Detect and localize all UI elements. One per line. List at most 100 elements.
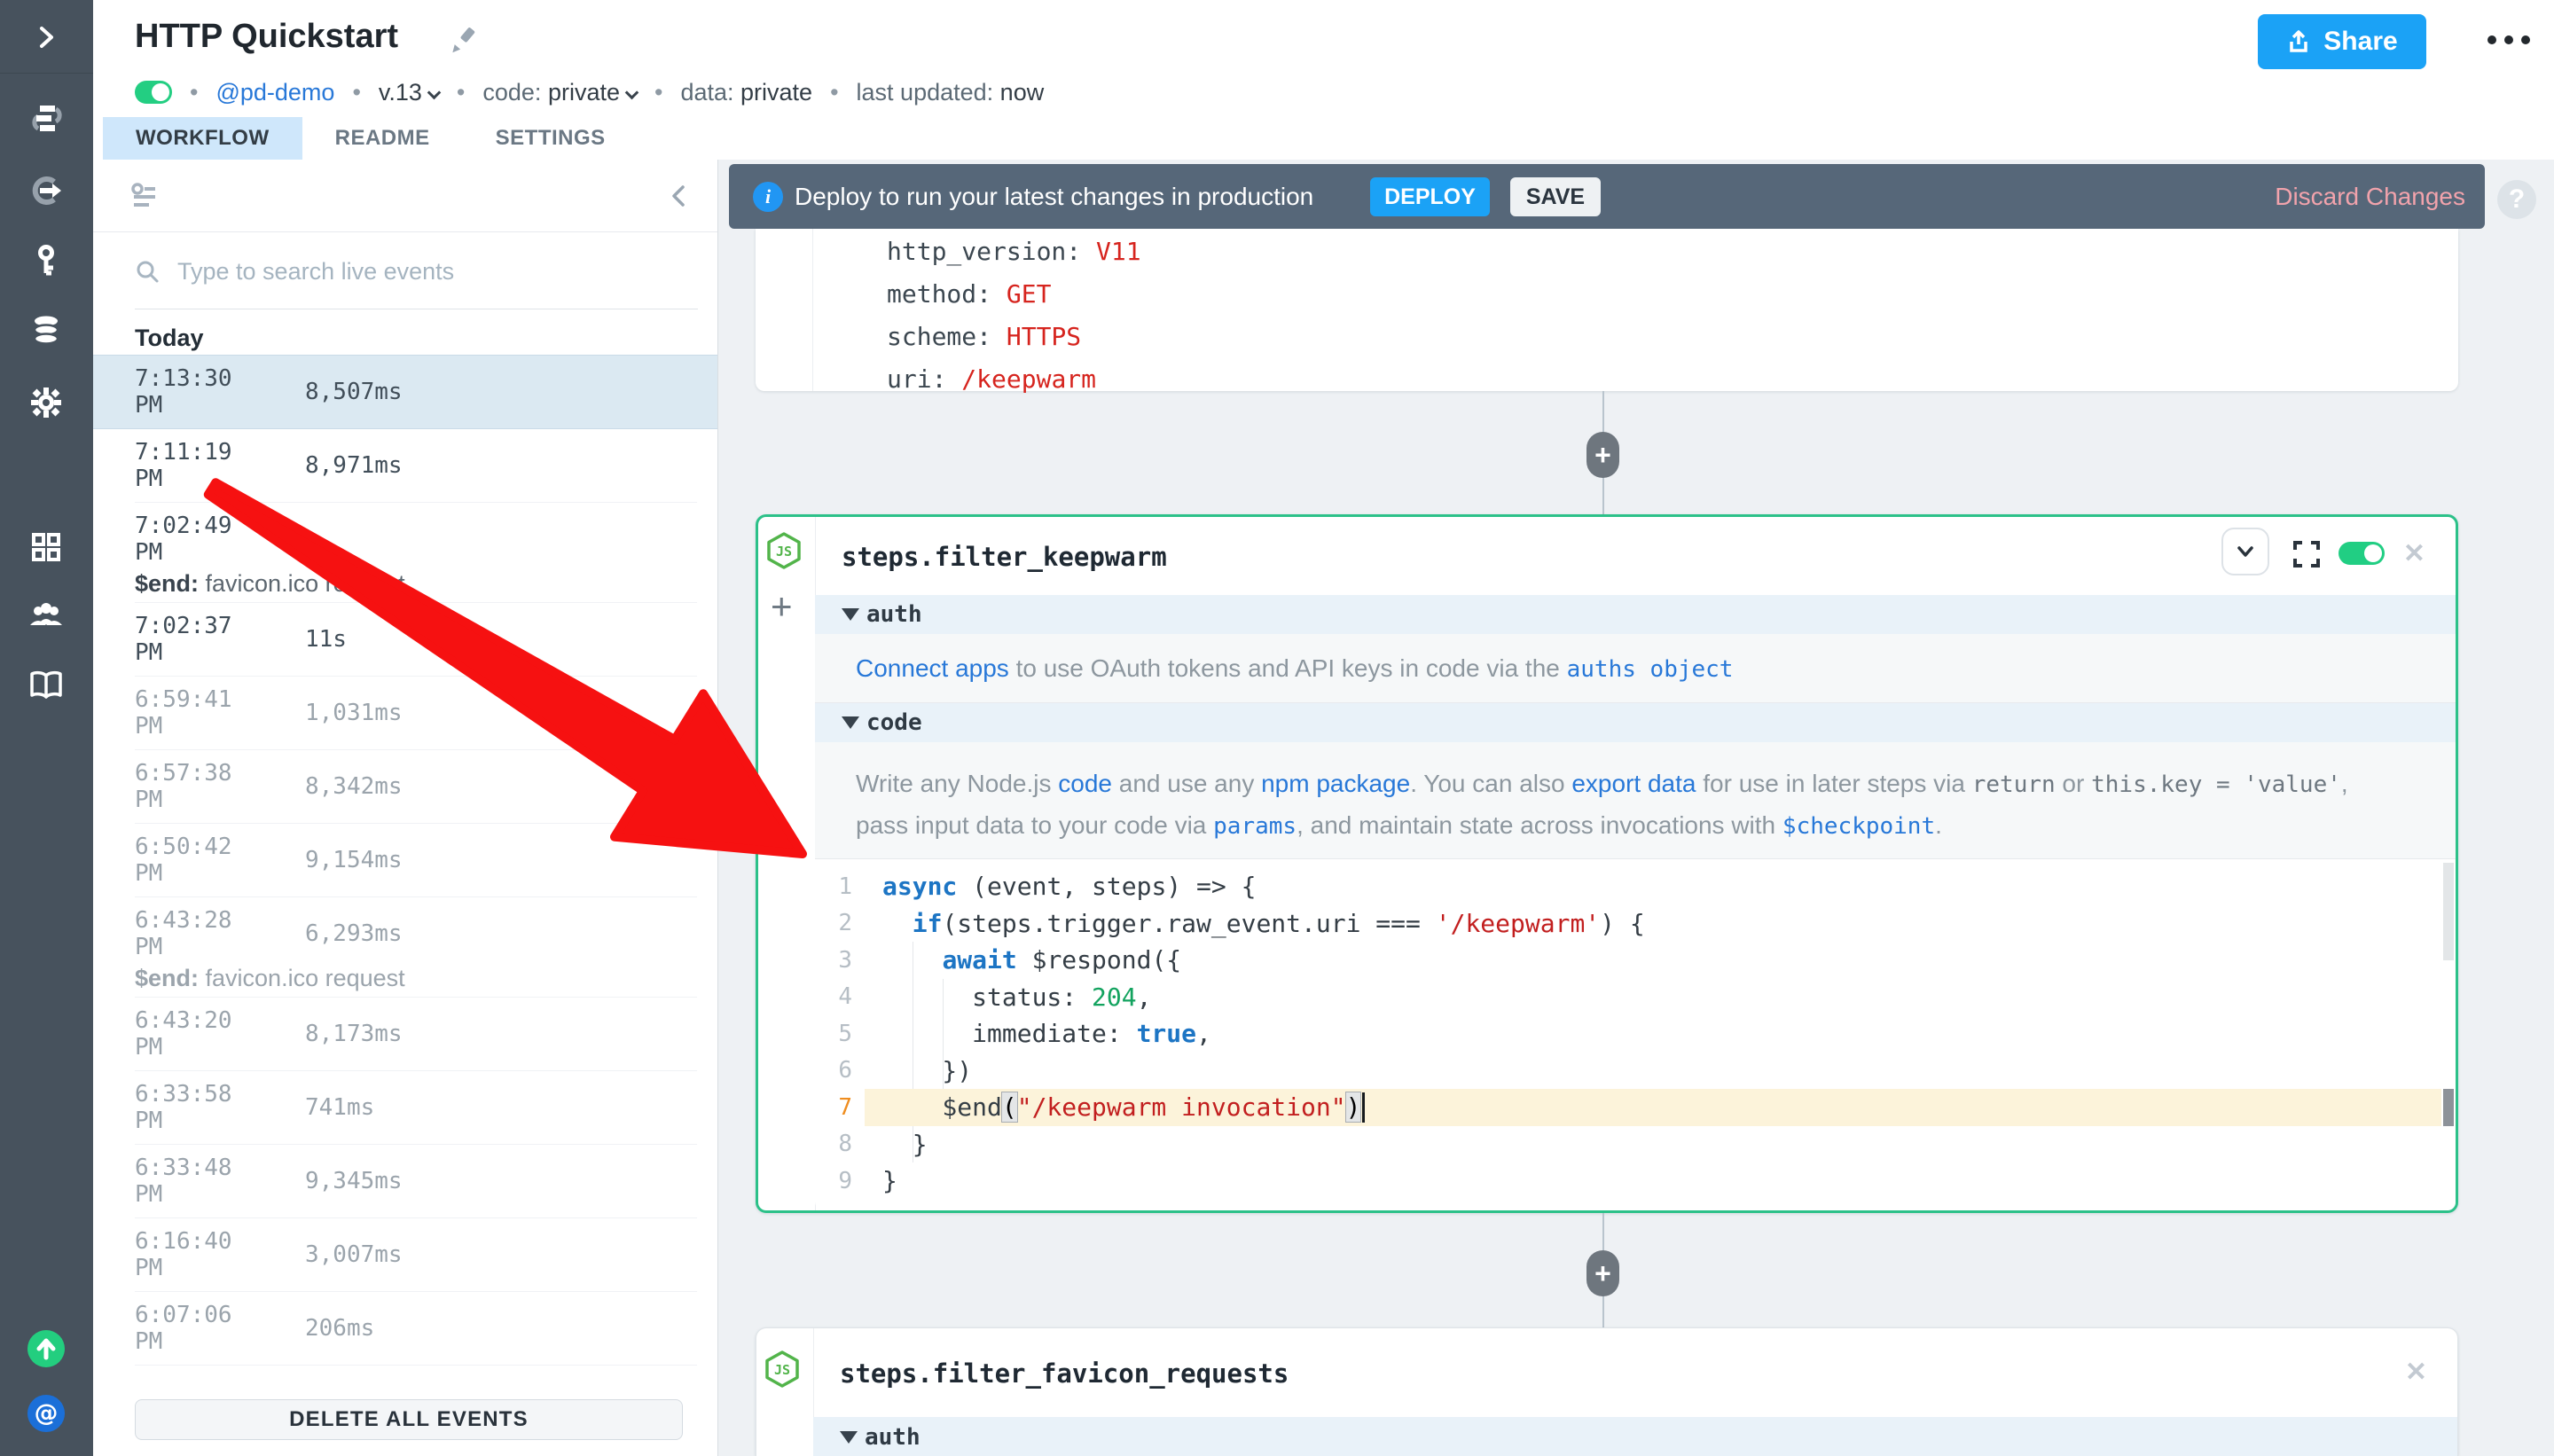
sidebar-item-workflows[interactable] [27,99,66,138]
meta-separator: • [190,79,198,106]
event-duration: 8,173ms [305,1021,403,1047]
step-fullscreen-button[interactable] [2292,540,2321,573]
event-list: 7:13:30 PM 8,507ms 7:11:19 PM 8,971ms 7:… [93,355,717,1366]
tab-workflow[interactable]: WORKFLOW [103,117,302,160]
fullscreen-icon [2292,540,2321,568]
connect-apps-link[interactable]: Connect apps [856,654,1009,682]
event-row[interactable]: 6:07:06 PM 206ms [93,1292,717,1366]
add-step-button[interactable]: + [1586,432,1619,478]
events-panel-header [93,160,717,232]
nodejs-step-badge: JS [764,531,803,570]
auth-section-header[interactable]: auth [813,1417,2457,1456]
search-input[interactable] [177,258,638,286]
event-row[interactable]: 6:33:48 PM 9,345ms [93,1145,717,1218]
page-title: HTTP Quickstart [135,18,398,56]
data-visibility: data: private [680,79,812,106]
delete-all-events-button[interactable]: DELETE ALL EVENTS [135,1399,683,1440]
save-button[interactable]: SAVE [1510,177,1601,216]
add-step-above-button[interactable]: + [771,588,793,625]
sidebar-item-data-stores[interactable] [27,311,66,350]
tab-settings[interactable]: SETTINGS [463,117,638,160]
trigger-event-card[interactable]: http_version: V11 method: GET scheme: HT… [756,229,2458,391]
close-icon[interactable]: ✕ [2403,538,2425,569]
discard-changes-button[interactable]: Discard Changes [2275,164,2465,229]
deploy-button[interactable]: DEPLOY [1370,177,1490,216]
event-row[interactable]: 6:59:41 PM 1,031ms [93,677,717,750]
event-time: 6:59:41 PM [135,686,263,740]
code-editor[interactable]: 1async (event, steps) => {2 if(steps.tri… [815,859,2456,1210]
nodejs-hexagon-icon: JS [764,531,803,570]
trigger-fields: http_version: V11 method: GET scheme: HT… [887,231,1141,401]
version-dropdown[interactable]: v.13 [379,79,439,106]
sidebar-item-community[interactable] [27,596,66,635]
event-row[interactable]: 7:11:19 PM 8,971ms [93,429,717,503]
code-section-header[interactable]: code [815,703,2456,742]
docs-book-icon [27,667,65,704]
event-time: 7:11:19 PM [135,439,263,492]
event-duration: 741ms [305,1094,374,1121]
sidebar-item-apps[interactable] [27,528,66,567]
event-time: 7:02:37 PM [135,613,263,666]
trigger-field: uri: /keepwarm [887,358,1141,401]
event-row[interactable]: 7:02:37 PM 11s [93,603,717,677]
keys-icon [29,244,63,278]
event-row[interactable]: 6:43:20 PM 8,173ms [93,998,717,1071]
help-button[interactable]: ? [2497,180,2536,219]
sidebar-item-event-sources[interactable] [27,171,66,210]
step-title: steps.filter_keepwarm [842,542,1167,572]
step-collapse-button[interactable] [2221,528,2269,575]
auths-object-link[interactable]: auths object [1567,656,1734,683]
add-step-button[interactable]: + [1586,1250,1619,1296]
collapse-left-icon [664,181,694,211]
event-row[interactable]: 7:13:30 PM 8,507ms [93,355,717,429]
event-row[interactable]: 7:02:49 PM $end: favicon.ico request [93,503,717,603]
share-button[interactable]: Share [2258,14,2426,69]
step-card-filter-keepwarm[interactable]: JS + steps.filter_keepwarm ✕ auth Connec… [756,514,2458,1213]
auth-section-header[interactable]: auth [815,595,2456,634]
step-enabled-toggle[interactable] [2339,542,2385,565]
overflow-menu-button[interactable] [2487,35,2530,44]
event-search [135,252,685,291]
svg-text:@: @ [35,1400,59,1428]
sidebar-item-deploy-status[interactable] [27,1329,66,1368]
trigger-field: scheme: HTTPS [887,316,1141,358]
event-row[interactable]: 6:16:40 PM 3,007ms [93,1218,717,1292]
overflow-menu-icon [2487,35,2496,44]
editor-scrollbar[interactable] [2443,863,2454,960]
event-row[interactable]: 6:33:58 PM 741ms [93,1071,717,1145]
account-avatar-icon: @ [27,1393,66,1434]
code-desc-line1: Write any Node.js code and use any npm p… [856,763,2456,805]
sidebar-item-docs[interactable] [27,666,66,705]
community-people-icon [27,597,65,634]
nodejs-hexagon-icon: JS [763,1350,802,1389]
auth-section-body: Connect apps to use OAuth tokens and API… [815,634,2456,703]
code-desc-line2: pass input data to your code via params,… [856,805,2456,847]
workflow-active-toggle[interactable] [135,81,172,104]
sidebar-item-keys[interactable] [27,241,66,280]
deploy-banner-message: Deploy to run your latest changes in pro… [795,164,1313,229]
edit-title-button[interactable] [448,25,478,55]
step-card-filter-favicon-requests[interactable]: JS steps.filter_favicon_requests ✕ auth [756,1327,2458,1456]
events-group-label: Today [135,325,204,352]
owner-link[interactable]: @pd-demo [215,79,334,106]
code-visibility-dropdown[interactable]: code: private [482,79,637,106]
event-duration: 11s [305,626,347,653]
sidebar-item-settings[interactable] [27,383,66,422]
sidebar-item-account[interactable]: @ [27,1394,66,1433]
apps-grid-icon [29,530,63,564]
close-icon[interactable]: ✕ [2405,1357,2427,1388]
sidebar-item-expand[interactable] [27,18,66,57]
collapse-panel-button[interactable] [664,181,694,215]
event-duration: 3,007ms [305,1241,403,1268]
share-label: Share [2323,27,2397,57]
filter-events-button[interactable] [130,181,162,217]
event-row[interactable]: 6:57:38 PM 8,342ms [93,750,717,824]
event-row[interactable]: 6:50:42 PM 9,154ms [93,824,717,897]
live-events-panel: Today 7:13:30 PM 8,507ms 7:11:19 PM 8,97… [93,160,718,1456]
tab-readme[interactable]: README [302,117,463,160]
event-time: 6:50:42 PM [135,834,263,887]
data-stores-icon [28,313,64,348]
chevron-right-icon [30,21,62,53]
event-duration: 1,031ms [305,700,403,726]
event-row[interactable]: 6:43:28 PM 6,293ms $end: favicon.ico req… [93,897,717,998]
